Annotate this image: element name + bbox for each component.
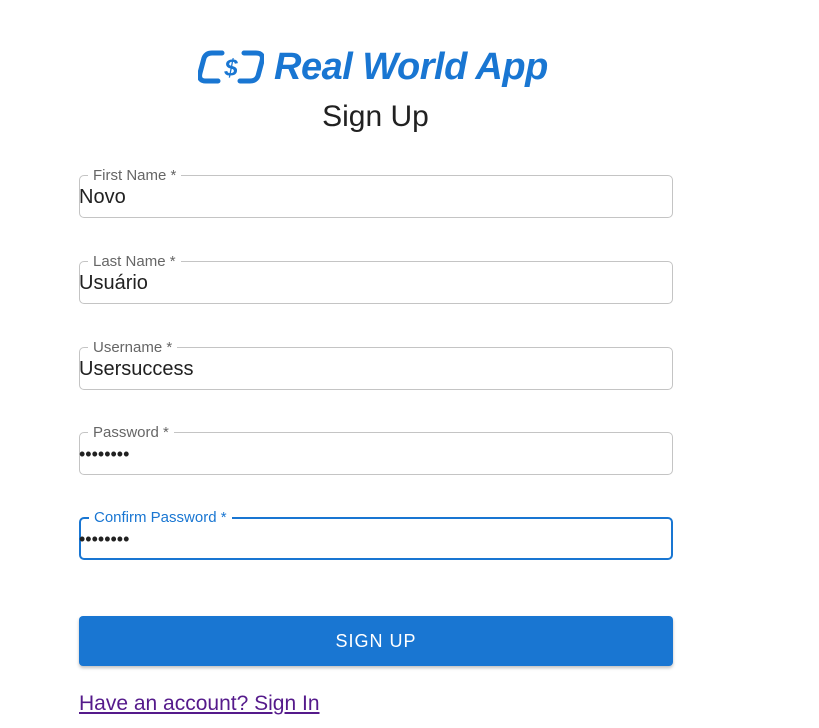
first-name-input[interactable] bbox=[79, 176, 659, 218]
sign-in-link[interactable]: Have an account? Sign In bbox=[79, 692, 320, 716]
svg-text:$: $ bbox=[223, 55, 238, 82]
currency-exchange-icon: $ bbox=[198, 47, 264, 87]
last-name-input[interactable] bbox=[79, 262, 659, 304]
username-input[interactable] bbox=[79, 348, 659, 390]
last-name-field[interactable]: Last Name * bbox=[79, 254, 673, 304]
sign-up-button[interactable]: SIGN UP bbox=[79, 616, 673, 666]
confirm-password-field[interactable]: Confirm Password * bbox=[79, 510, 673, 560]
brand-header: $ Real World App bbox=[198, 44, 548, 90]
password-field[interactable]: Password * bbox=[79, 425, 673, 475]
signup-page: $ Real World App Sign Up First Name * La… bbox=[0, 0, 819, 728]
app-name: Real World App bbox=[274, 45, 548, 88]
page-title: Sign Up bbox=[322, 100, 429, 133]
confirm-password-input[interactable] bbox=[79, 518, 659, 560]
first-name-field[interactable]: First Name * bbox=[79, 168, 673, 218]
password-input[interactable] bbox=[79, 433, 659, 475]
username-field[interactable]: Username * bbox=[79, 340, 673, 390]
